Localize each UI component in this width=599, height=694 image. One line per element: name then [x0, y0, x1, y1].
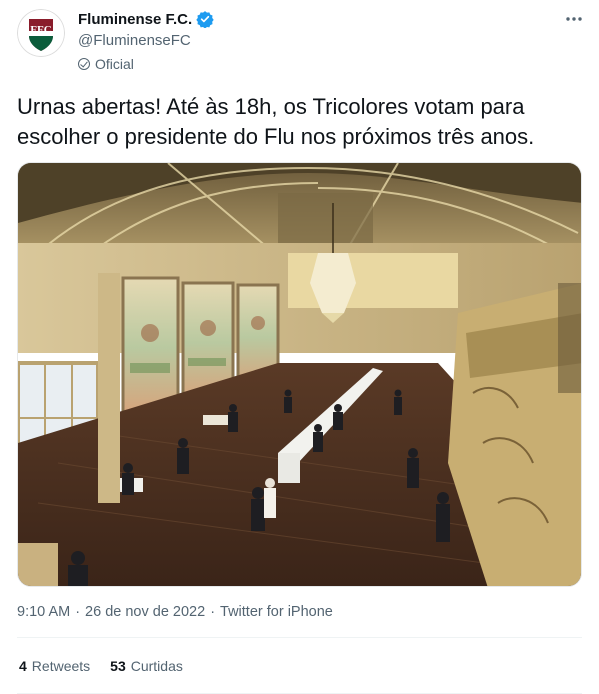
verified-badge-icon [196, 11, 214, 28]
tweet-meta: 9:10 AM · 26 de nov de 2022 · Twitter fo… [17, 604, 333, 620]
fluminense-crest-icon: FFC [17, 9, 65, 57]
likes-count: 53 [110, 658, 126, 674]
author-name-row[interactable]: Fluminense F.C. [78, 10, 214, 28]
tweet-source[interactable]: Twitter for iPhone [220, 604, 333, 620]
tweet-text: Urnas abertas! Até às 18h, os Tricolores… [17, 94, 535, 149]
tweet-date[interactable]: 26 de nov de 2022 [85, 604, 205, 620]
likes-stat[interactable]: 53 Curtidas [110, 658, 183, 674]
photo-voting-hall [18, 163, 581, 586]
official-text: Oficial [95, 56, 134, 72]
author-display-name[interactable]: Fluminense F.C. [78, 11, 192, 28]
check-circle-icon [78, 58, 90, 70]
meta-separator: · [75, 604, 81, 620]
likes-label: Curtidas [130, 658, 183, 674]
official-label: Oficial [78, 56, 134, 72]
retweets-stat[interactable]: 4 Retweets [19, 658, 90, 674]
tweet-stats: 4 Retweets 53 Curtidas [19, 658, 183, 674]
divider [17, 637, 582, 638]
author-handle[interactable]: @FluminenseFC [78, 32, 191, 49]
tweet-time[interactable]: 9:10 AM [17, 604, 70, 620]
meta-separator: · [210, 604, 216, 620]
tweet-card: FFC Fluminense F.C. @FluminenseFC Oficia… [0, 0, 599, 694]
more-options-icon[interactable] [563, 8, 585, 30]
retweets-count: 4 [19, 658, 27, 674]
tweet-photo[interactable] [17, 162, 582, 587]
avatar[interactable]: FFC [17, 9, 65, 57]
retweets-label: Retweets [31, 658, 91, 674]
svg-text:FFC: FFC [30, 24, 51, 36]
